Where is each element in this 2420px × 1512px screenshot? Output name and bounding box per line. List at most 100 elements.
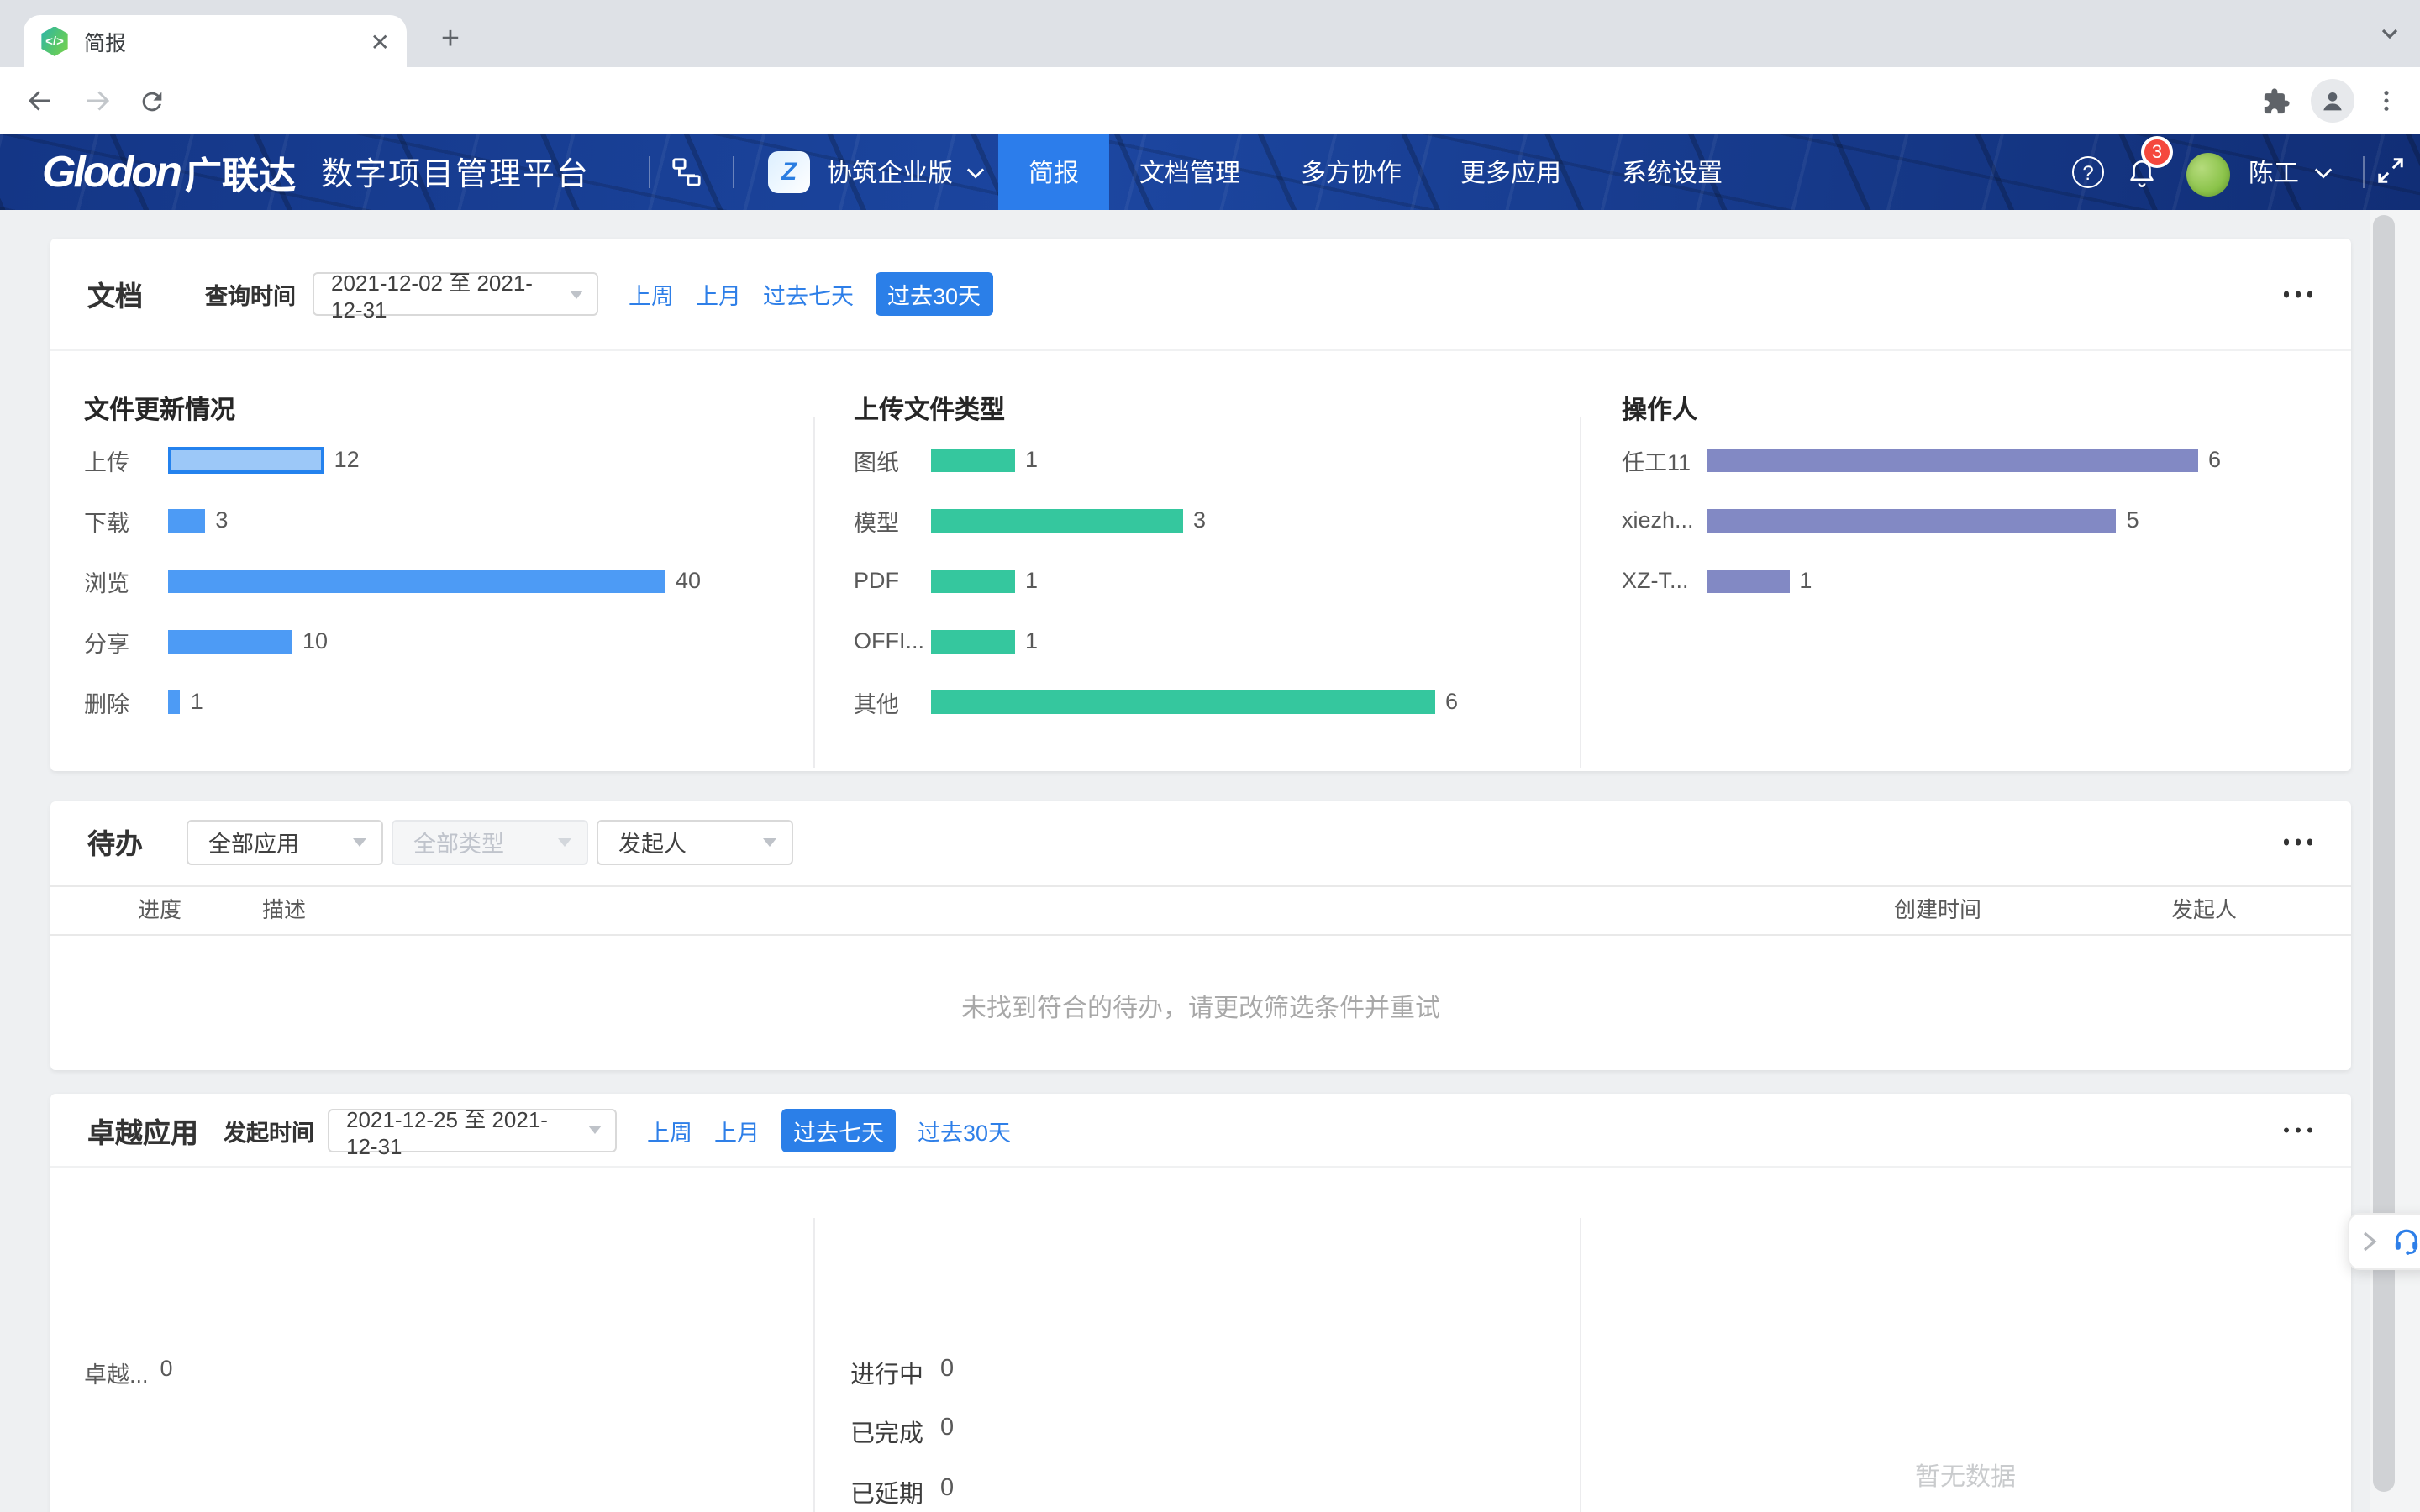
excellence-empty-message: 暂无数据 (1580, 1458, 2351, 1494)
bar[interactable] (931, 690, 1435, 713)
bar-label: 分享 (84, 624, 168, 658)
nav-item-5[interactable]: 系统设置 (1622, 134, 1723, 210)
browser-menu-icon[interactable] (2366, 81, 2407, 121)
new-tab-button[interactable]: + (427, 17, 474, 64)
bar[interactable] (168, 508, 205, 532)
help-icon[interactable]: ? (2072, 156, 2104, 188)
nav-item-4[interactable]: 更多应用 (1460, 134, 1561, 210)
chart-row: 图纸1 (854, 429, 1573, 490)
excellence-more-button[interactable] (2283, 1127, 2312, 1133)
status-label: 已延期 (850, 1475, 923, 1510)
doc-card-body: 文件更新情况上传12下载3浏览40分享10删除1 上传文件类型图纸1模型3PDF… (50, 351, 2351, 771)
org-structure-icon[interactable] (671, 156, 702, 197)
caret-down-icon (353, 837, 366, 846)
chevron-down-icon (966, 157, 985, 187)
column-header-4: 发起人 (2171, 887, 2237, 932)
bar-label: 下载 (84, 503, 168, 537)
reload-button[interactable] (131, 81, 171, 121)
bar-value: 1 (1025, 447, 1038, 472)
excellence-filter-4[interactable]: 过去30天 (918, 1113, 1011, 1147)
headset-support-icon (2391, 1226, 2420, 1257)
bar-value: 6 (1445, 689, 1458, 714)
forward-button[interactable] (77, 81, 118, 121)
caret-down-icon (570, 290, 583, 298)
bar[interactable] (1707, 508, 2117, 532)
bar[interactable] (931, 448, 1015, 471)
nav-item-2[interactable]: 文档管理 (1139, 134, 1240, 210)
chart-operators: 操作人任工116xiezh...5XZ-T...1 (1622, 351, 2344, 771)
logo-text-en: Glodon (42, 146, 180, 198)
support-floating-widget[interactable] (2348, 1213, 2420, 1270)
doc-date-range-select[interactable]: 2021-12-02 至 2021-12-31 (313, 272, 598, 316)
chart-row: PDF1 (854, 550, 1573, 611)
column-header-3: 创建时间 (1894, 887, 1981, 932)
workspace-switcher[interactable]: Z 协筑企业版 (768, 134, 985, 210)
doc-filter-1[interactable]: 上周 (629, 277, 674, 311)
excellence-filter-1[interactable]: 上周 (647, 1113, 692, 1147)
excellence-left-item: 卓越... 0 (84, 1356, 173, 1389)
excellence-card-body: 卓越... 0 进行中0已完成0已延期0 暂无数据 (50, 1168, 2351, 1512)
doc-filter-4[interactable]: 过去30天 (876, 272, 992, 316)
tab-title: 简报 (84, 25, 371, 57)
select-value: 全部类型 (413, 825, 504, 858)
excellence-date-range-select[interactable]: 2021-12-25 至 2021-12-31 (328, 1108, 617, 1152)
bar[interactable] (931, 629, 1015, 653)
bar[interactable] (931, 508, 1183, 532)
nav-divider (2363, 156, 2365, 188)
todo-card-header: 待办 全部应用全部类型发起人 (50, 801, 2351, 882)
chart-row: 浏览40 (84, 550, 807, 611)
fullscreen-expand-icon[interactable] (2376, 156, 2405, 193)
bar[interactable] (168, 446, 324, 473)
excellence-filter-2[interactable]: 上月 (714, 1113, 760, 1147)
nav-item-3[interactable]: 多方协作 (1301, 134, 1402, 210)
bar[interactable] (168, 569, 666, 592)
bar-value: 1 (1025, 628, 1038, 654)
bar-value: 12 (334, 447, 360, 472)
bar[interactable] (1707, 569, 1789, 592)
chart-row: xiezh...5 (1622, 490, 2344, 550)
bar-value: 10 (302, 628, 328, 654)
user-menu[interactable]: 陈工 (2249, 134, 2333, 210)
tab-close-icon[interactable]: ✕ (371, 29, 390, 53)
chart-row: 上传12 (84, 429, 807, 490)
platform-name: 数字项目管理平台 (321, 150, 590, 195)
caret-down-icon (763, 837, 776, 846)
bar[interactable] (168, 690, 181, 713)
extensions-puzzle-icon[interactable] (2255, 81, 2296, 121)
bar[interactable] (931, 569, 1015, 592)
browser-toolbar: xmgl.glodon.com/portal/587991629410816/?… (0, 67, 2420, 134)
excellence-quick-filters: 上周上月过去七天过去30天 (647, 1108, 1011, 1152)
bar-label: 模型 (854, 503, 931, 537)
status-row-1: 进行中0 (850, 1356, 954, 1391)
logo-text-cn: 广联达 (185, 145, 296, 199)
excellence-filter-3[interactable]: 过去七天 (781, 1108, 896, 1152)
user-avatar[interactable] (2186, 153, 2230, 197)
bar-value: 1 (1025, 568, 1038, 593)
chart-row: 下载3 (84, 490, 807, 550)
chevron-down-icon (2314, 158, 2333, 186)
browser-profile-avatar[interactable] (2311, 79, 2354, 123)
user-name: 陈工 (2249, 155, 2299, 190)
caret-down-icon (588, 1126, 602, 1134)
bar[interactable] (168, 629, 292, 653)
todo-filter-select-3[interactable]: 发起人 (597, 819, 793, 864)
scrollbar-thumb[interactable] (2373, 215, 2395, 1492)
doc-filter-3[interactable]: 过去七天 (763, 277, 854, 311)
nav-item-1[interactable]: 简报 (998, 134, 1109, 210)
page-content: 文档 查询时间 2021-12-02 至 2021-12-31 上周上月过去七天… (0, 210, 2420, 1512)
chart-row: 任工116 (1622, 429, 2344, 490)
doc-more-button[interactable] (2283, 291, 2312, 297)
todo-more-button[interactable] (2283, 839, 2312, 845)
back-button[interactable] (20, 81, 60, 121)
tab-search-chevron-icon[interactable] (2380, 22, 2400, 52)
bar[interactable] (1707, 448, 2198, 471)
doc-filter-2[interactable]: 上月 (696, 277, 741, 311)
chart-title: 上传文件类型 (854, 391, 1005, 427)
todo-filter-group: 全部应用全部类型 发起人 (187, 819, 793, 864)
bar-label: 删除 (84, 685, 168, 718)
browser-tab[interactable]: </> 简报 ✕ (24, 15, 407, 67)
todo-filter-select-1[interactable]: 全部应用 (187, 819, 383, 864)
doc-quick-filters: 上周上月过去七天过去30天 (629, 272, 992, 316)
nav-divider (733, 156, 734, 188)
doc-date-range-value: 2021-12-02 至 2021-12-31 (331, 265, 556, 323)
